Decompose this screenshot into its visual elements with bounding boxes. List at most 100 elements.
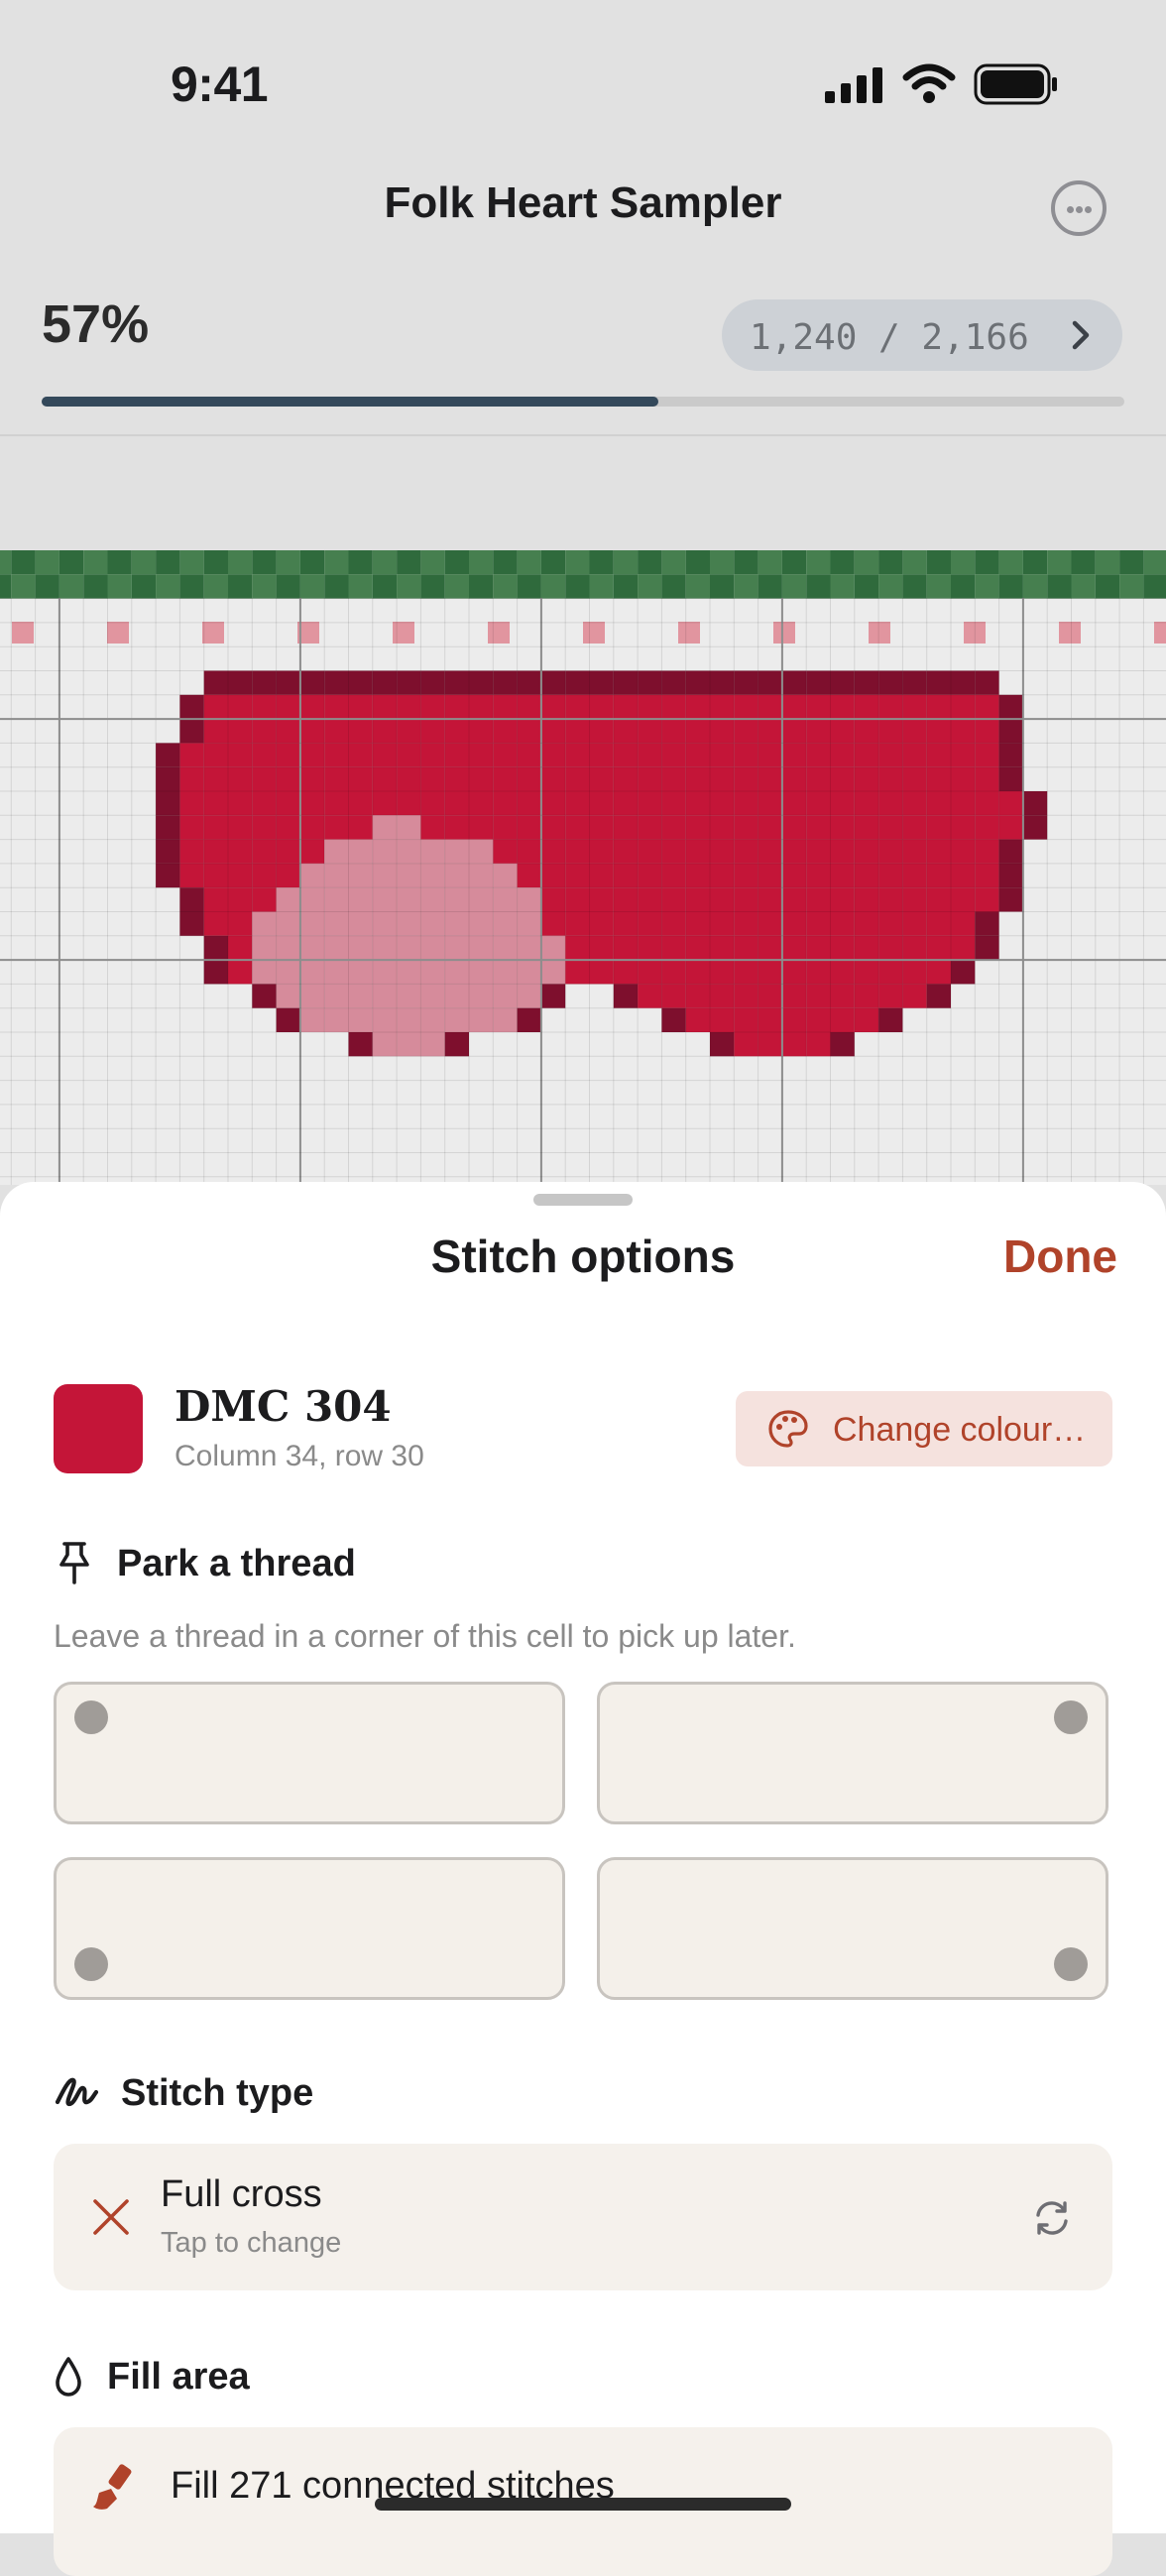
heart-stitch	[661, 694, 686, 720]
heart-stitch	[565, 863, 590, 888]
border-stitch	[228, 574, 253, 599]
heart-stitch	[589, 670, 614, 695]
heart-stitch	[758, 815, 782, 840]
park-corner-top-left[interactable]	[54, 1682, 565, 1824]
heart-stitch	[324, 670, 349, 695]
heart-stitch	[372, 935, 398, 961]
heart-stitch	[854, 791, 879, 816]
heart-stitch	[830, 719, 855, 744]
heart-stitch	[902, 960, 927, 985]
heart-stitch	[444, 719, 469, 744]
border-stitch	[758, 550, 782, 575]
heart-stitch	[324, 839, 349, 864]
heart-stitch	[685, 1007, 710, 1032]
heart-stitch	[638, 694, 662, 720]
heart-stitch	[469, 960, 494, 985]
heart-stitch	[806, 839, 831, 864]
heart-stitch	[758, 984, 782, 1008]
heart-stitch	[179, 743, 204, 767]
heart-stitch	[661, 1007, 686, 1032]
heart-stitch	[540, 960, 566, 985]
heart-stitch	[252, 694, 277, 720]
heart-stitch	[613, 863, 639, 888]
heart-stitch	[806, 766, 831, 791]
park-corner-bottom-right[interactable]	[597, 1857, 1108, 2000]
heart-stitch	[806, 719, 831, 744]
heart-stitch	[444, 694, 469, 720]
border-stitch	[131, 550, 157, 575]
heart-stitch	[540, 935, 566, 961]
heart-stitch	[397, 694, 421, 720]
heart-stitch	[156, 863, 180, 888]
heart-stitch	[565, 743, 590, 767]
border-stitch	[11, 550, 36, 575]
heart-stitch	[252, 911, 277, 936]
heart-stitch	[540, 887, 566, 912]
heart-stitch	[710, 791, 735, 816]
heart-stitch	[420, 694, 445, 720]
heart-stitch	[638, 887, 662, 912]
heart-stitch	[638, 984, 662, 1008]
border-stitch	[1143, 550, 1166, 575]
stitch-type-title: Stitch type	[121, 2072, 314, 2114]
heart-stitch	[203, 960, 228, 985]
heart-stitch	[781, 1032, 807, 1057]
border-stitch	[565, 550, 590, 575]
park-corner-top-right[interactable]	[597, 1682, 1108, 1824]
heart-stitch	[854, 984, 879, 1008]
heart-stitch	[397, 887, 421, 912]
heart-stitch	[878, 863, 903, 888]
border-stitch	[348, 550, 373, 575]
stitch-type-card[interactable]: Full cross Tap to change	[54, 2144, 1112, 2290]
heart-stitch	[734, 984, 758, 1008]
heart-stitch	[661, 887, 686, 912]
heart-stitch	[179, 719, 204, 744]
heart-stitch	[589, 911, 614, 936]
heart-stitch	[710, 743, 735, 767]
done-button[interactable]: Done	[1003, 1229, 1117, 1283]
heart-stitch	[397, 719, 421, 744]
heart-stitch	[228, 863, 253, 888]
sheet-grabber[interactable]	[533, 1194, 633, 1206]
heart-stitch	[781, 984, 807, 1008]
heart-stitch	[372, 719, 398, 744]
heart-stitch	[613, 694, 639, 720]
heart-stitch	[565, 719, 590, 744]
heart-stitch	[710, 719, 735, 744]
heart-stitch	[998, 887, 1023, 912]
border-stitch	[1143, 574, 1166, 599]
more-options-button[interactable]	[1051, 180, 1107, 236]
heart-stitch	[493, 791, 518, 816]
heart-stitch	[781, 766, 807, 791]
heart-stitch	[372, 743, 398, 767]
change-colour-button[interactable]: Change colour…	[736, 1391, 1112, 1466]
heart-stitch	[975, 743, 999, 767]
heart-stitch	[854, 863, 879, 888]
park-corner-bottom-left[interactable]	[54, 1857, 565, 2000]
status-bar: 9:41	[0, 0, 1166, 159]
heart-stitch	[565, 791, 590, 816]
heart-stitch	[299, 670, 325, 695]
heart-stitch	[348, 766, 373, 791]
heart-stitch	[758, 791, 782, 816]
heart-stitch	[975, 815, 999, 840]
heart-stitch	[926, 791, 951, 816]
heart-stitch	[372, 1032, 398, 1057]
heart-stitch	[830, 863, 855, 888]
stitch-count-button[interactable]: 1,240 / 2,166	[722, 299, 1122, 371]
pattern-canvas[interactable]	[0, 550, 1166, 1185]
heart-stitch	[975, 887, 999, 912]
heart-stitch	[638, 960, 662, 985]
border-stitch	[975, 574, 999, 599]
heart-stitch	[420, 960, 445, 985]
heart-stitch	[806, 960, 831, 985]
heart-stitch	[372, 670, 398, 695]
heart-stitch	[878, 911, 903, 936]
heart-stitch	[758, 670, 782, 695]
heart-stitch	[252, 863, 277, 888]
heart-stitch	[926, 694, 951, 720]
heart-stitch	[276, 887, 300, 912]
heart-stitch	[710, 863, 735, 888]
heart-stitch	[854, 670, 879, 695]
heart-stitch	[469, 670, 494, 695]
